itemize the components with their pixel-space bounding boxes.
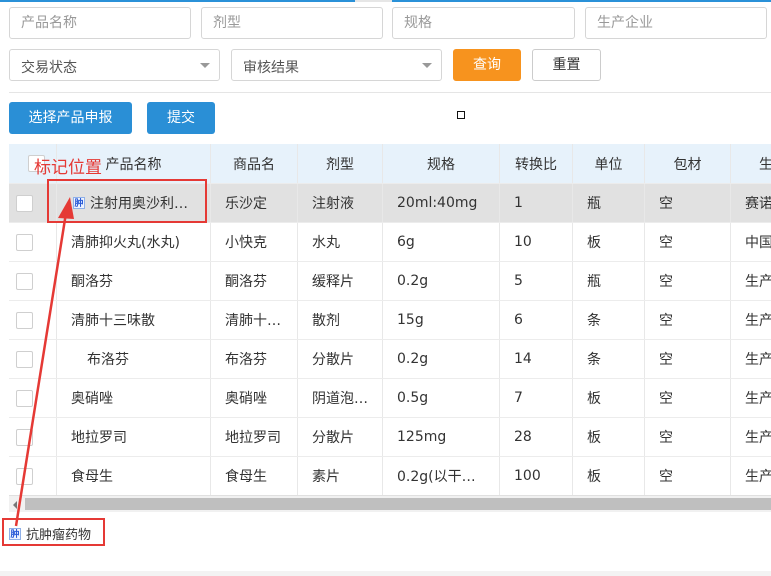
arrow-head (58, 197, 74, 219)
footer-strip (0, 571, 771, 576)
page: 交易状态 审核结果 查询 重置 选择产品申报 提交 产品名称 商品名 剂型 规格… (0, 0, 771, 576)
annotation-arrow (14, 197, 74, 527)
arrow-line (14, 212, 68, 527)
